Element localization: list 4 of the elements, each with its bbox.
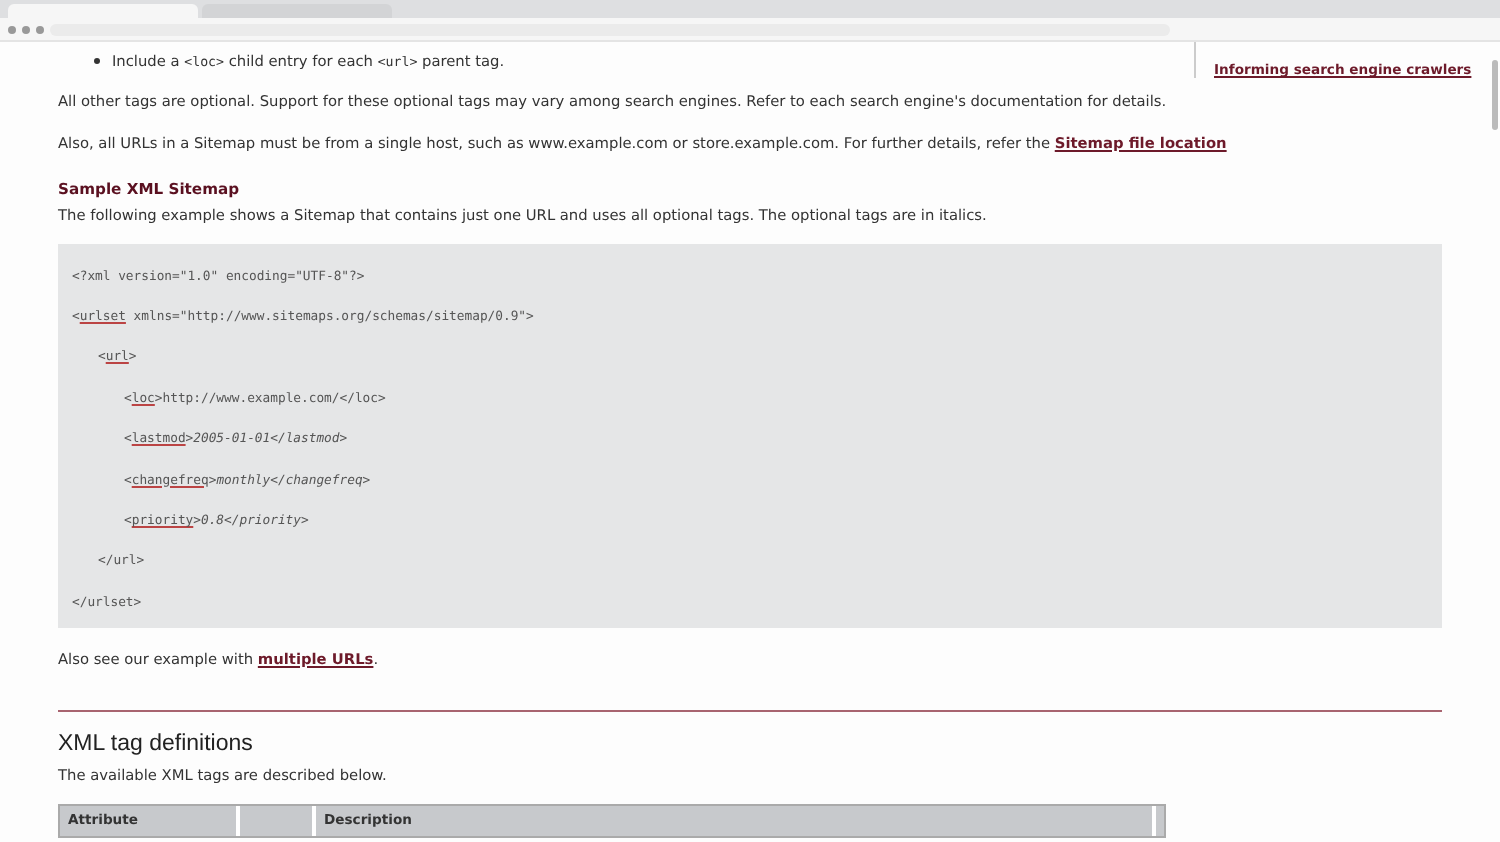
- bullet-icon: [94, 58, 100, 64]
- browser-tab[interactable]: [202, 4, 392, 18]
- section-title: XML tag definitions: [58, 709, 1442, 756]
- scrollbar[interactable]: [1492, 60, 1498, 130]
